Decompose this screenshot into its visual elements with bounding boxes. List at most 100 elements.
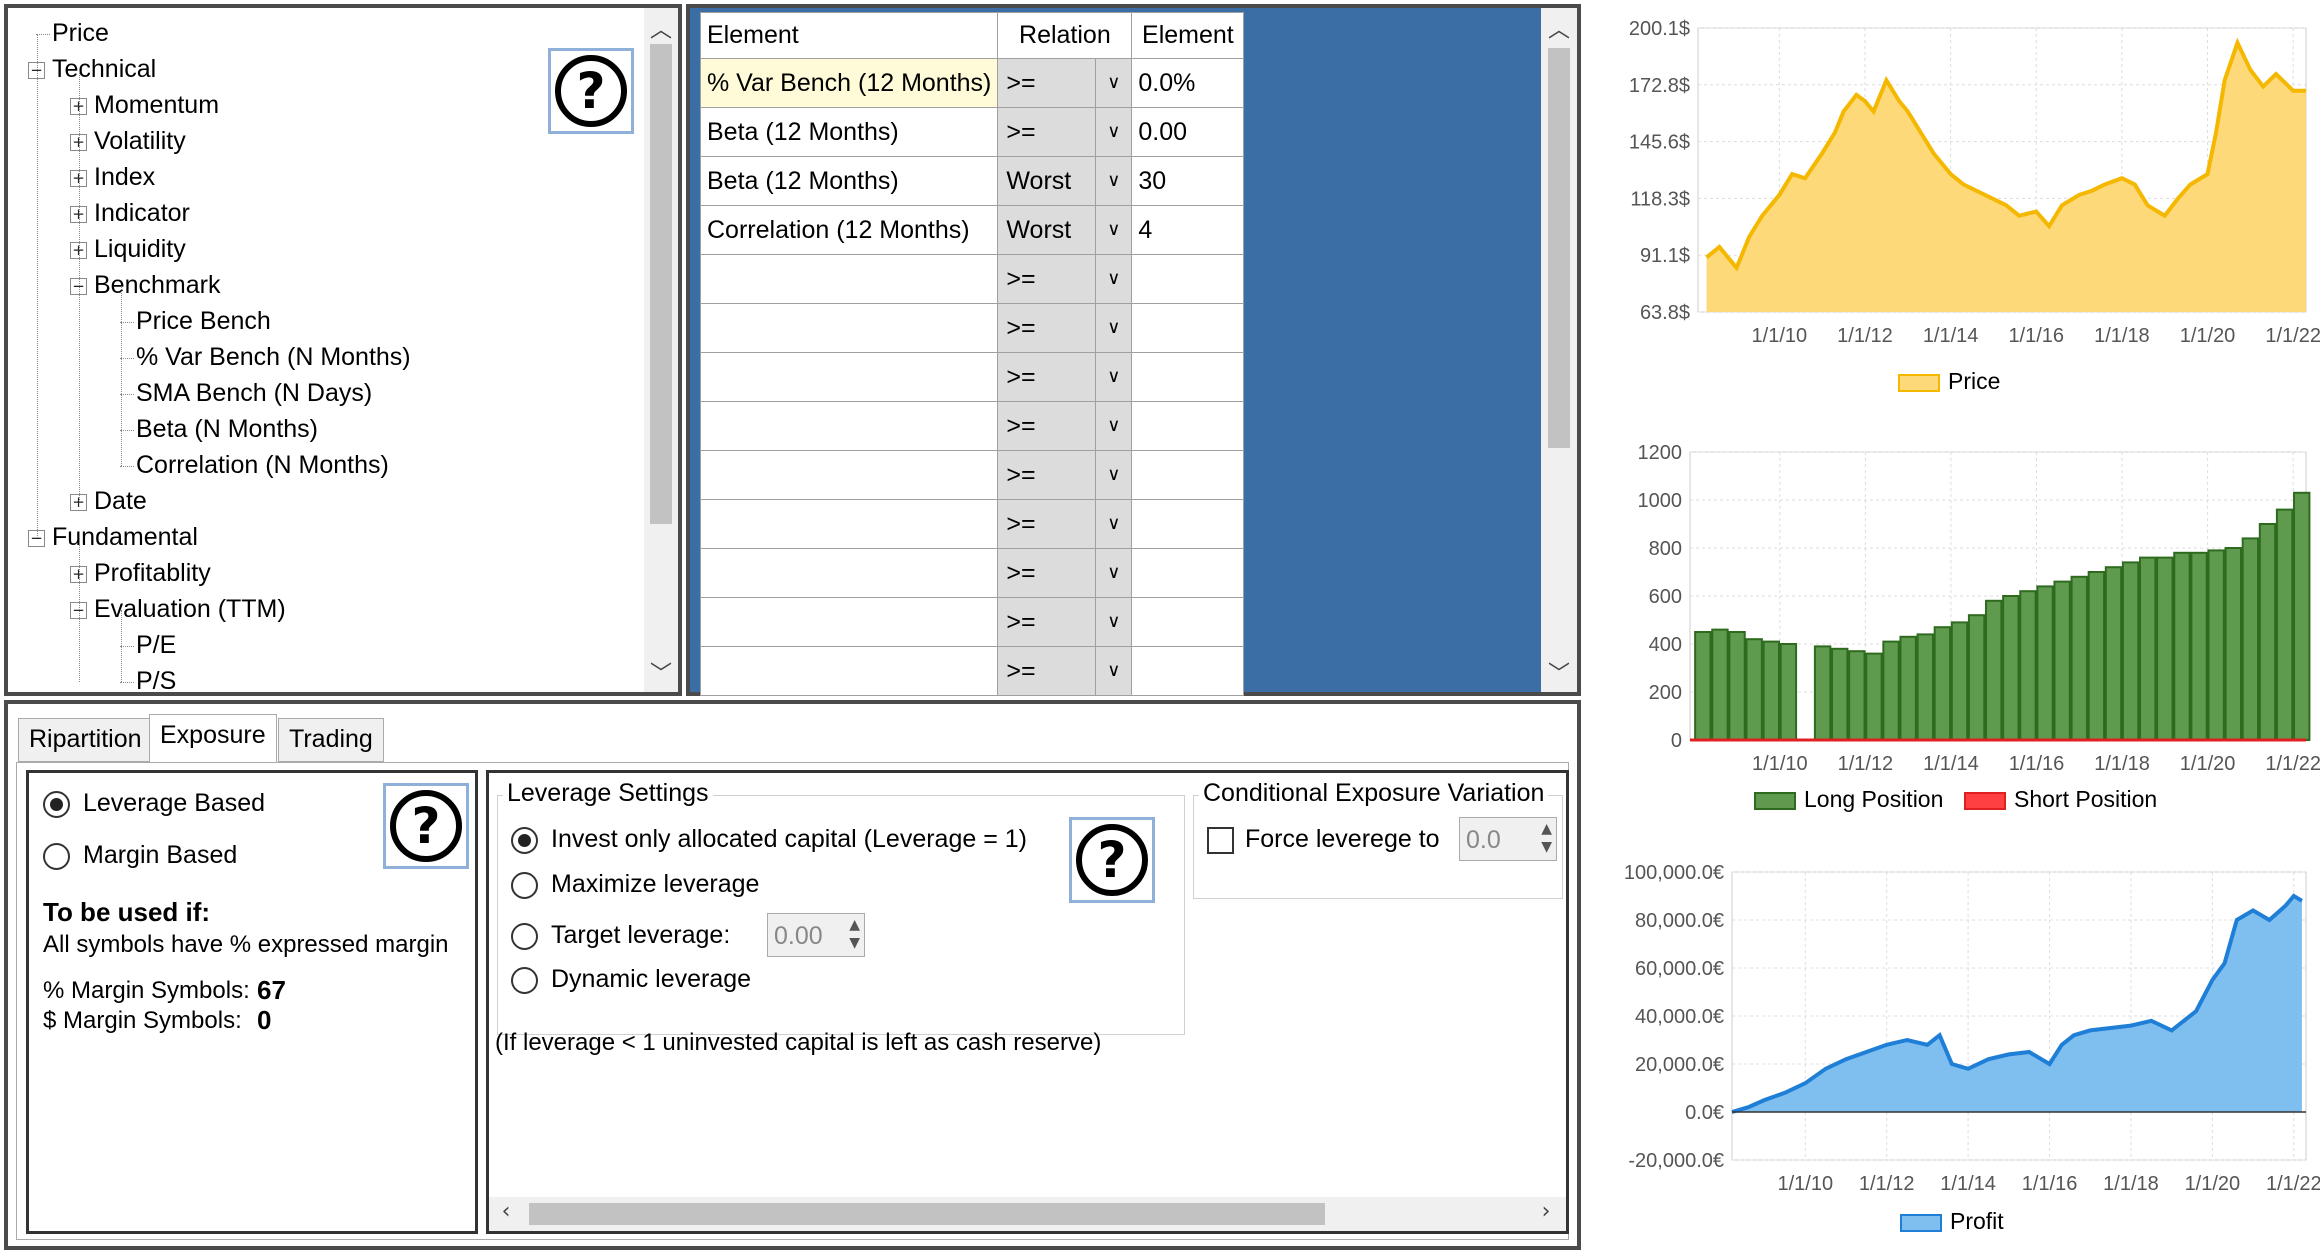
relation-value[interactable]: Worst — [1006, 167, 1071, 196]
tree-item[interactable]: P/E — [136, 630, 176, 660]
relation-value[interactable]: >= — [1006, 118, 1035, 147]
chevron-down-icon[interactable]: ∨ — [1095, 647, 1132, 695]
grid-cell-relation[interactable]: >= ∨ — [997, 58, 1133, 108]
stepper-arrows-icon[interactable]: ▲ ▼ — [849, 916, 860, 952]
grid-cell-element[interactable] — [699, 450, 999, 500]
grid-cell-relation[interactable]: >= ∨ — [997, 352, 1133, 402]
relation-value[interactable]: >= — [1006, 461, 1035, 490]
chevron-down-icon[interactable]: ∨ — [1095, 255, 1132, 303]
grid-cell-value[interactable] — [1131, 499, 1245, 549]
tree-item[interactable]: Price — [52, 18, 109, 48]
grid-row[interactable]: >= ∨ — [699, 303, 1245, 353]
grid-row[interactable]: Correlation (12 Months) Worst ∨ 4 — [699, 205, 1245, 255]
tree-item[interactable]: Momentum — [94, 90, 219, 120]
force-leverage-label[interactable]: Force leverege to — [1245, 825, 1440, 854]
relation-value[interactable]: Worst — [1006, 216, 1071, 245]
grid-cell-relation[interactable]: >= ∨ — [997, 303, 1133, 353]
grid-cell-relation[interactable]: >= ∨ — [997, 646, 1133, 696]
grid-cell-relation[interactable]: >= ∨ — [997, 107, 1133, 157]
chevron-down-icon[interactable]: ∨ — [1095, 549, 1132, 597]
tree-item[interactable]: P/S — [136, 666, 176, 692]
leverage-option-maximize-label[interactable]: Maximize leverage — [551, 870, 759, 899]
grid-header-value[interactable]: Element — [1131, 12, 1245, 59]
grid-cell-relation[interactable]: >= ∨ — [997, 499, 1133, 549]
grid-row[interactable]: % Var Bench (12 Months) >= ∨ 0.0% — [699, 58, 1245, 108]
grid-cell-element[interactable]: Beta (12 Months) — [699, 107, 999, 157]
grid-cell-relation[interactable]: >= ∨ — [997, 254, 1133, 304]
grid-cell-relation[interactable]: Worst ∨ — [997, 205, 1133, 255]
force-leverage-value[interactable]: 0.0 — [1466, 826, 1501, 855]
relation-value[interactable]: >= — [1006, 608, 1035, 637]
scroll-down-icon[interactable]: ﹀ — [644, 656, 678, 688]
tree-item[interactable]: Price Bench — [136, 306, 271, 336]
relation-value[interactable]: >= — [1006, 559, 1035, 588]
tree-item[interactable]: Evaluation (TTM) — [94, 594, 286, 624]
scroll-up-icon[interactable]: ︿ — [1541, 12, 1577, 44]
grid-row[interactable]: >= ∨ — [699, 401, 1245, 451]
tree-scrollbar[interactable]: ︿ ﹀ — [644, 8, 678, 692]
tab-ripartition[interactable]: Ripartition — [18, 718, 153, 762]
grid-row[interactable]: Beta (12 Months) >= ∨ 0.00 — [699, 107, 1245, 157]
grid-cell-value[interactable] — [1131, 303, 1245, 353]
leverage-option-maximize-radio[interactable] — [511, 872, 538, 899]
mode-help-button[interactable]: ? — [383, 783, 469, 869]
grid-cell-value[interactable] — [1131, 450, 1245, 500]
chevron-down-icon[interactable]: ∨ — [1095, 157, 1132, 205]
tree-item[interactable]: Index — [94, 162, 155, 192]
grid-cell-value[interactable]: 0.00 — [1131, 107, 1245, 157]
scroll-thumb[interactable] — [1548, 48, 1570, 448]
relation-value[interactable]: >= — [1006, 363, 1035, 392]
grid-cell-relation[interactable]: >= ∨ — [997, 450, 1133, 500]
grid-row[interactable]: >= ∨ — [699, 499, 1245, 549]
tree-item[interactable]: Profitablity — [94, 558, 211, 588]
chevron-down-icon[interactable]: ∨ — [1095, 206, 1132, 254]
chevron-down-icon[interactable]: ∨ — [1095, 402, 1132, 450]
relation-value[interactable]: >= — [1006, 510, 1035, 539]
tab-exposure[interactable]: Exposure — [149, 714, 277, 762]
relation-value[interactable]: >= — [1006, 657, 1035, 686]
grid-cell-value[interactable]: 4 — [1131, 205, 1245, 255]
relation-value[interactable]: >= — [1006, 265, 1035, 294]
grid-cell-element[interactable] — [699, 254, 999, 304]
scroll-left-icon[interactable]: ‹ — [493, 1199, 519, 1224]
grid-cell-value[interactable]: 30 — [1131, 156, 1245, 206]
scroll-down-icon[interactable]: ﹀ — [1541, 656, 1577, 688]
grid-cell-relation[interactable]: >= ∨ — [997, 597, 1133, 647]
chevron-down-icon[interactable]: ∨ — [1095, 304, 1132, 352]
leverage-based-radio[interactable] — [43, 791, 70, 818]
target-leverage-value[interactable]: 0.00 — [774, 922, 823, 951]
margin-based-radio[interactable] — [43, 843, 70, 870]
target-leverage-stepper[interactable]: 0.00 ▲ ▼ — [767, 913, 865, 957]
grid-cell-relation[interactable]: >= ∨ — [997, 548, 1133, 598]
grid-cell-value[interactable] — [1131, 352, 1245, 402]
relation-value[interactable]: >= — [1006, 69, 1035, 98]
grid-row[interactable]: >= ∨ — [699, 352, 1245, 402]
leverage-based-label[interactable]: Leverage Based — [83, 789, 265, 818]
leverage-option-dynamic-radio[interactable] — [511, 967, 538, 994]
grid-cell-relation[interactable]: Worst ∨ — [997, 156, 1133, 206]
tree-item[interactable]: Volatility — [94, 126, 186, 156]
grid-cell-element[interactable] — [699, 401, 999, 451]
tree-item[interactable]: Liquidity — [94, 234, 186, 264]
grid-row[interactable]: Beta (12 Months) Worst ∨ 30 — [699, 156, 1245, 206]
grid-cell-value[interactable] — [1131, 401, 1245, 451]
grid-cell-value[interactable] — [1131, 548, 1245, 598]
leverage-option-target-label[interactable]: Target leverage: — [551, 921, 730, 950]
chevron-down-icon[interactable]: ∨ — [1095, 451, 1132, 499]
tree-item[interactable]: Date — [94, 486, 147, 516]
grid-cell-element[interactable] — [699, 548, 999, 598]
tree-item[interactable]: Correlation (N Months) — [136, 450, 389, 480]
force-leverage-checkbox[interactable] — [1207, 827, 1234, 854]
grid-cell-value[interactable] — [1131, 646, 1245, 696]
leverage-option-dynamic-label[interactable]: Dynamic leverage — [551, 965, 751, 994]
grid-cell-element[interactable] — [699, 499, 999, 549]
scroll-up-icon[interactable]: ︿ — [644, 12, 678, 44]
leverage-option-target-radio[interactable] — [511, 923, 538, 950]
grid-row[interactable]: >= ∨ — [699, 254, 1245, 304]
relation-value[interactable]: >= — [1006, 412, 1035, 441]
grid-cell-element[interactable]: Beta (12 Months) — [699, 156, 999, 206]
chevron-down-icon[interactable]: ∨ — [1095, 353, 1132, 401]
grid-header-element[interactable]: Element — [699, 12, 999, 59]
grid-row[interactable]: >= ∨ — [699, 646, 1245, 696]
scroll-thumb[interactable] — [529, 1203, 1325, 1225]
